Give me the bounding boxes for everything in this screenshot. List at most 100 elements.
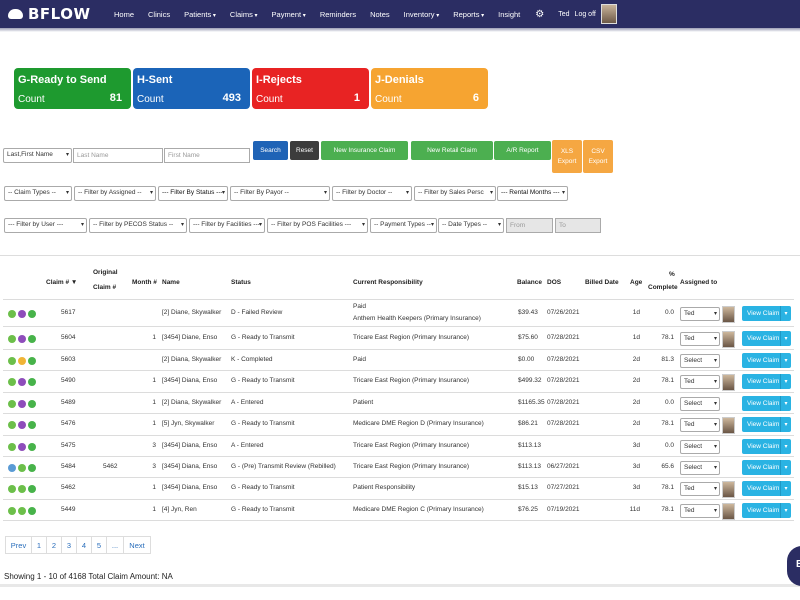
- header-age[interactable]: Age: [630, 278, 642, 287]
- assigned-to-select[interactable]: Ted: [680, 375, 720, 389]
- chevron-down-icon[interactable]: ▾: [780, 481, 791, 496]
- filter-select-13[interactable]: -- Date Types --: [438, 218, 504, 233]
- header-status[interactable]: Status: [231, 278, 251, 287]
- nav-item-insight[interactable]: Insight: [491, 10, 527, 19]
- view-claim-button[interactable]: View Claim ▾: [742, 503, 791, 518]
- filter-select-7[interactable]: --- Rental Months ---: [497, 186, 568, 201]
- assigned-to-select[interactable]: Select: [680, 461, 720, 475]
- filter-select-8[interactable]: --- Filter by User ---: [4, 218, 87, 233]
- nav-item-inventory[interactable]: Inventory: [397, 10, 447, 19]
- user-name[interactable]: Ted: [558, 11, 569, 18]
- header-balance[interactable]: Balance: [517, 278, 542, 287]
- header-name[interactable]: Name: [162, 278, 180, 287]
- view-claim-button[interactable]: View Claim ▾: [742, 439, 791, 454]
- view-claim-button[interactable]: View Claim ▾: [742, 306, 791, 321]
- table-row: 5449 [4] Jyn, Ren G - Ready to Transmit $76…: [3, 499, 794, 521]
- nav-item-reminders[interactable]: Reminders: [313, 10, 363, 19]
- user-avatar[interactable]: [600, 4, 617, 24]
- chevron-down-icon[interactable]: ▾: [780, 353, 791, 368]
- nav-item-reports[interactable]: Reports: [446, 10, 491, 19]
- chevron-down-icon[interactable]: ▾: [780, 306, 791, 321]
- logoff-link[interactable]: Log off: [575, 11, 596, 18]
- assigned-to-select[interactable]: Ted: [680, 332, 720, 346]
- header-original-claim-2[interactable]: Claim #: [93, 283, 116, 292]
- view-claim-button[interactable]: View Claim ▾: [742, 396, 791, 411]
- header-assigned-to[interactable]: Assigned to: [680, 278, 717, 287]
- filter-select-1[interactable]: -- Claim Types --: [4, 186, 72, 201]
- last-name-input[interactable]: Last Name: [73, 148, 163, 163]
- header-claim-number[interactable]: Claim # ▼: [46, 278, 77, 287]
- bflow-logo[interactable]: BFLOW: [5, 5, 101, 23]
- header-pct-2[interactable]: Complete: [648, 283, 678, 292]
- summary-card-g[interactable]: G-Ready to Send Count 81: [14, 68, 131, 109]
- filter-select-12[interactable]: -- Payment Types --: [370, 218, 437, 233]
- summary-card-i[interactable]: I-Rejects Count 1: [252, 68, 369, 109]
- nav-item-claims[interactable]: Claims: [223, 10, 265, 19]
- view-claim-button[interactable]: View Claim ▾: [742, 460, 791, 475]
- chevron-down-icon[interactable]: ▾: [780, 396, 791, 411]
- xls-export-button[interactable]: XLS Export: [552, 140, 582, 173]
- assigned-to-select[interactable]: Ted: [680, 504, 720, 518]
- header-current-responsibility[interactable]: Current Responsibility: [353, 278, 423, 287]
- filter-select-5[interactable]: -- Filter by Doctor --: [332, 186, 412, 201]
- new-retail-claim-button[interactable]: New Retail Claim: [411, 141, 493, 160]
- view-claim-button[interactable]: View Claim ▾: [742, 331, 791, 346]
- assigned-to-select[interactable]: Select: [680, 440, 720, 454]
- filter-select-3[interactable]: --- Filter By Status ---: [158, 186, 228, 201]
- page-link-2[interactable]: 2: [46, 536, 62, 554]
- summary-card-j[interactable]: J-Denials Count 6: [371, 68, 488, 109]
- filter-select-6[interactable]: -- Filter by Sales Persc: [414, 186, 496, 201]
- assigned-to-select[interactable]: Ted: [680, 418, 720, 432]
- page-link-5[interactable]: 5: [91, 536, 107, 554]
- nav-item-home[interactable]: Home: [107, 10, 141, 19]
- view-claim-button[interactable]: View Claim ▾: [742, 481, 791, 496]
- view-claim-button[interactable]: View Claim ▾: [742, 417, 791, 432]
- filter-select-11[interactable]: -- Filter by POS Facilities ---: [267, 218, 368, 233]
- ar-report-button[interactable]: A/R Report: [494, 141, 551, 160]
- header-month[interactable]: Month #: [132, 278, 157, 287]
- page-link-3[interactable]: 3: [61, 536, 77, 554]
- chevron-down-icon[interactable]: ▾: [780, 417, 791, 432]
- page-link-ellipsis[interactable]: ...: [106, 536, 124, 554]
- search-button[interactable]: Search: [253, 141, 288, 160]
- assigned-to-select[interactable]: Ted: [680, 307, 720, 321]
- name-order-select[interactable]: Last,First Name: [3, 148, 72, 163]
- chat-widget-button[interactable]: B: [787, 546, 800, 586]
- nav-item-notes[interactable]: Notes: [363, 10, 397, 19]
- csv-export-button[interactable]: CSV Export: [583, 140, 613, 173]
- header-pct-1[interactable]: %: [669, 270, 675, 279]
- page-link-1[interactable]: 1: [31, 536, 47, 554]
- chevron-down-icon[interactable]: ▾: [780, 503, 791, 518]
- page-link-next[interactable]: Next: [123, 536, 151, 554]
- gear-icon[interactable]: ⚙: [531, 9, 548, 20]
- date-to-input[interactable]: To: [555, 218, 601, 233]
- filter-select-4[interactable]: -- Filter By Payor --: [230, 186, 330, 201]
- filter-select-10[interactable]: --- Filter by Facilities ---: [189, 218, 265, 233]
- view-claim-button[interactable]: View Claim ▾: [742, 374, 791, 389]
- chevron-down-icon[interactable]: ▾: [780, 331, 791, 346]
- filter-select-2[interactable]: -- Filter by Assigned --: [74, 186, 156, 201]
- nav-item-patients[interactable]: Patients: [177, 10, 223, 19]
- filter-select-9[interactable]: -- Filter by PECOS Status --: [89, 218, 187, 233]
- reset-button[interactable]: Reset: [290, 141, 319, 160]
- cell-age: 2d: [632, 356, 640, 363]
- summary-card-h[interactable]: H-Sent Count 493: [133, 68, 250, 109]
- chevron-down-icon[interactable]: ▾: [780, 439, 791, 454]
- chevron-down-icon[interactable]: ▾: [780, 374, 791, 389]
- view-claim-button[interactable]: View Claim ▾: [742, 353, 791, 368]
- status-dot-icon: [18, 335, 26, 343]
- date-from-input[interactable]: From: [506, 218, 553, 233]
- new-insurance-claim-button[interactable]: New Insurance Claim: [321, 141, 408, 160]
- header-billed-date[interactable]: Billed Date: [585, 278, 619, 287]
- page-link-4[interactable]: 4: [76, 536, 92, 554]
- header-dos[interactable]: DOS: [547, 278, 561, 287]
- page-link-prev[interactable]: Prev: [5, 536, 32, 554]
- chevron-down-icon[interactable]: ▾: [780, 460, 791, 475]
- assigned-to-select[interactable]: Ted: [680, 482, 720, 496]
- nav-item-clinics[interactable]: Clinics: [141, 10, 177, 19]
- first-name-input[interactable]: First Name: [164, 148, 250, 163]
- assigned-to-select[interactable]: Select: [680, 354, 720, 368]
- nav-item-payment[interactable]: Payment: [265, 10, 313, 19]
- assigned-to-select[interactable]: Select: [680, 397, 720, 411]
- header-original-claim-1[interactable]: Original: [93, 268, 118, 277]
